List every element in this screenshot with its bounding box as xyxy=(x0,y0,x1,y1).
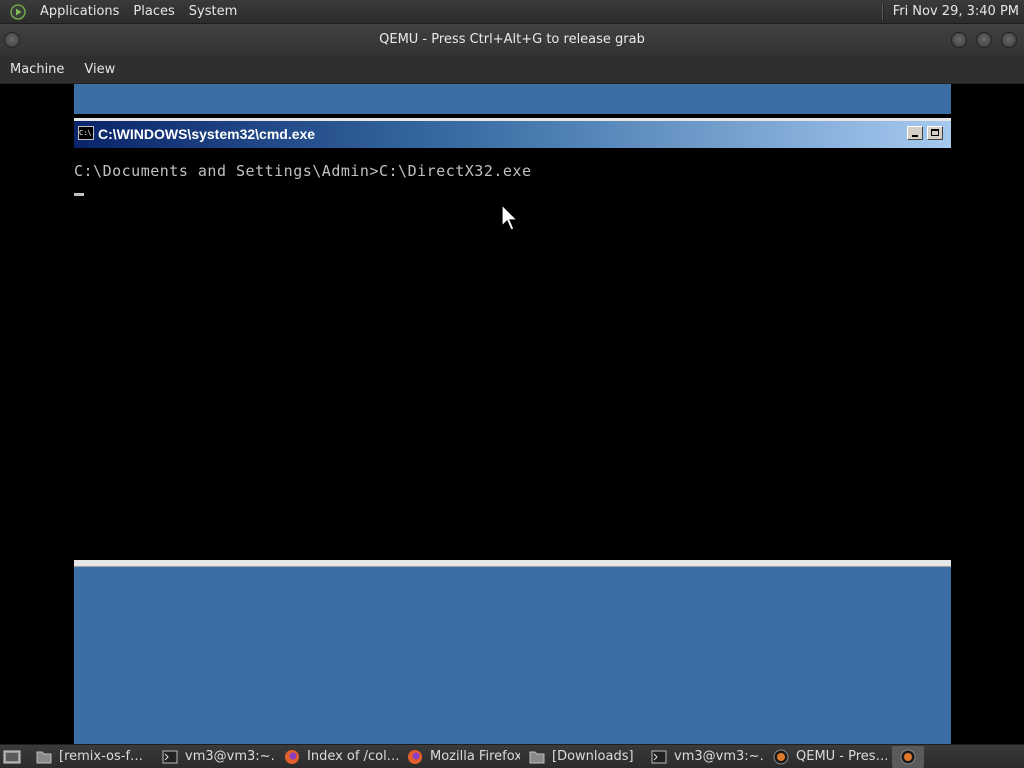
task-label: [remix-os-f… xyxy=(59,749,144,764)
close-button[interactable] xyxy=(1001,32,1017,48)
cmd-window-bottom-border xyxy=(74,560,951,567)
cmd-minimize-button[interactable] xyxy=(907,126,923,140)
applications-logo-icon[interactable] xyxy=(9,3,27,21)
guest-display[interactable]: C:\. C:\WINDOWS\system32\cmd.exe C:\Docu… xyxy=(0,84,1024,744)
task-label: QEMU - Pres… xyxy=(796,749,887,764)
text-cursor xyxy=(74,193,84,196)
qemu-menubar: Machine View xyxy=(0,56,1024,84)
terminal-icon xyxy=(162,749,178,765)
qemu-window-title: QEMU - Press Ctrl+Alt+G to release grab xyxy=(379,32,645,47)
task-label: [Downloads] xyxy=(552,749,634,764)
taskbar-item-qemu[interactable]: QEMU - Pres… xyxy=(769,746,892,768)
top-panel: Applications Places System Fri Nov 29, 3… xyxy=(0,0,1024,24)
task-label: vm3@vm3:~… xyxy=(185,749,275,764)
maximize-button[interactable] xyxy=(976,32,992,48)
console-prompt-line[interactable]: C:\Documents and Settings\Admin>C:\Direc… xyxy=(74,162,951,180)
applications-menu[interactable]: Applications xyxy=(33,0,126,24)
view-menu[interactable]: View xyxy=(74,56,125,84)
panel-separator xyxy=(881,3,883,20)
mouse-pointer-icon xyxy=(501,204,519,231)
folder-icon xyxy=(529,749,545,765)
minimize-icon xyxy=(912,135,918,137)
minimize-button[interactable] xyxy=(951,32,967,48)
cmd-maximize-button[interactable] xyxy=(927,126,943,140)
terminal-icon xyxy=(651,749,667,765)
task-label: vm3@vm3:~… xyxy=(674,749,764,764)
places-menu[interactable]: Places xyxy=(126,0,181,24)
taskbar-item-terminal-1[interactable]: vm3@vm3:~… xyxy=(158,746,280,768)
system-menu[interactable]: System xyxy=(182,0,244,24)
cmd-titlebar[interactable]: C:\. C:\WINDOWS\system32\cmd.exe xyxy=(74,118,951,148)
taskbar-item-terminal-2[interactable]: vm3@vm3:~… xyxy=(647,746,769,768)
qemu-icon xyxy=(773,749,789,765)
task-label: Mozilla Firefox xyxy=(430,749,520,764)
firefox-icon xyxy=(284,749,300,765)
machine-menu[interactable]: Machine xyxy=(0,56,74,84)
clock[interactable]: Fri Nov 29, 3:40 PM xyxy=(893,4,1019,19)
taskbar-item-remix-folder[interactable]: [remix-os-f… xyxy=(32,746,158,768)
taskbar-item-downloads[interactable]: [Downloads] xyxy=(525,746,647,768)
show-desktop-icon[interactable] xyxy=(2,748,22,766)
taskbar-item-qemu-active[interactable] xyxy=(892,745,924,768)
task-label: Index of /col… xyxy=(307,749,398,764)
cmd-window-title: C:\WINDOWS\system32\cmd.exe xyxy=(98,126,316,142)
taskbar-item-firefox[interactable]: Mozilla Firefox xyxy=(403,746,525,768)
firefox-icon xyxy=(407,749,423,765)
qemu-icon xyxy=(900,749,916,765)
cmd-app-icon[interactable]: C:\. xyxy=(78,126,96,140)
cmd-window[interactable]: C:\. C:\WINDOWS\system32\cmd.exe C:\Docu… xyxy=(74,114,951,567)
bottom-panel: [remix-os-f… vm3@vm3:~… Index of /col… M… xyxy=(0,744,1024,768)
folder-icon xyxy=(36,749,52,765)
taskbar-item-firefox-index[interactable]: Index of /col… xyxy=(280,746,403,768)
maximize-icon xyxy=(931,129,939,136)
qemu-titlebar[interactable]: QEMU - Press Ctrl+Alt+G to release grab xyxy=(0,24,1024,56)
